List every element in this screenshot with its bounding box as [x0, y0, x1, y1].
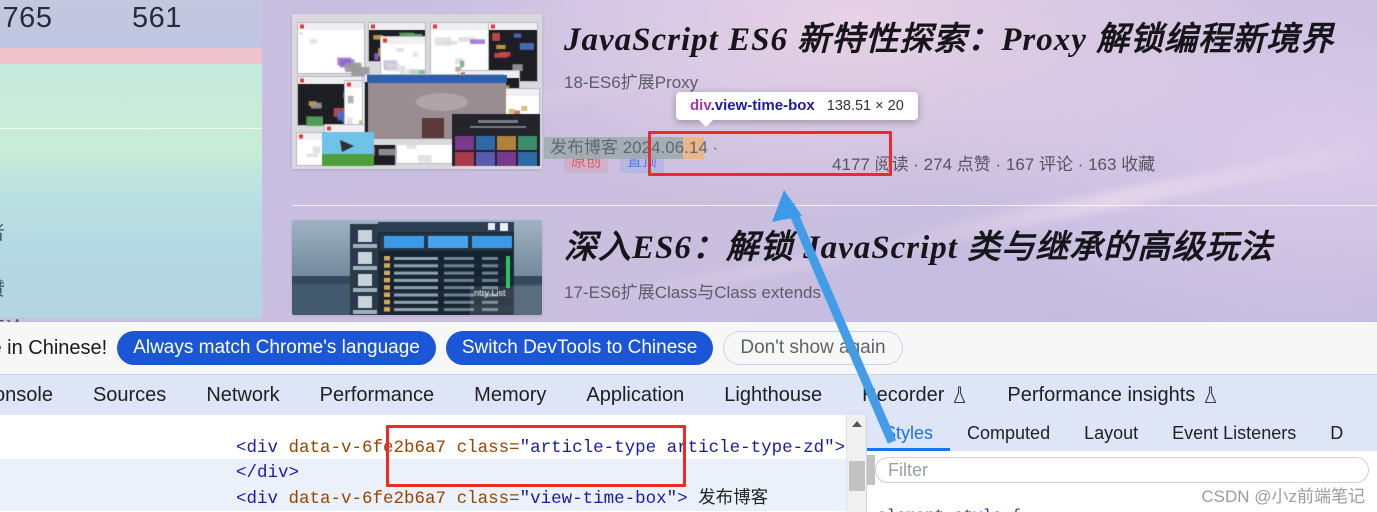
always-match-language-button[interactable]: Always match Chrome's language — [117, 331, 436, 365]
article-item[interactable]: 深入ES6：解锁 JavaScript 类与继承的高级玩法 17-ES6扩展Cl… — [292, 220, 1377, 320]
profile-card-body: 者 赞 评论 篇 — [0, 64, 262, 322]
tab-label: D — [1330, 422, 1344, 443]
tab-label: Event Listeners — [1172, 422, 1297, 443]
tab-label: Network — [206, 383, 280, 406]
tooltip-class-name: .view-time-box — [710, 97, 815, 114]
styles-filter-wrapper: Filter — [867, 451, 1377, 483]
tab-label: Lighthouse — [724, 383, 823, 406]
tab-performance-insights[interactable]: Performance insights — [987, 375, 1238, 415]
stat-value-right: 561 — [132, 2, 182, 34]
annotation-rectangle-dom — [386, 425, 686, 487]
tooltip-dimensions: 138.51 × 20 — [826, 98, 904, 114]
tab-label: Layout — [1084, 422, 1139, 443]
tab-recorder[interactable]: Recorder — [842, 375, 987, 415]
tab-event-listeners[interactable]: Event Listeners — [1155, 415, 1313, 451]
tab-performance[interactable]: Performance — [300, 375, 455, 415]
tab-label: Recorder — [862, 383, 945, 406]
divider — [0, 128, 262, 129]
scroll-up-arrow-icon[interactable] — [852, 421, 862, 427]
styles-filter-input[interactable]: Filter — [875, 457, 1369, 483]
tab-console[interactable]: onsole — [0, 375, 73, 415]
notification-message: le in Chinese! — [0, 336, 108, 359]
tab-label: Memory — [474, 383, 547, 406]
devtools-locale-notification: le in Chinese! Always match Chrome's lan… — [0, 322, 1377, 374]
annotation-rectangle-page — [648, 131, 892, 176]
devtools-tab-bar: onsole Sources Network Performance Memor… — [0, 375, 1377, 415]
tab-sources[interactable]: Sources — [73, 375, 186, 415]
watermark: CSDN @小z前端笔记 — [1201, 487, 1365, 506]
web-page-viewport: ,765 561 者 赞 评论 篇 JavaScript ES6 新特性探索：P… — [0, 0, 1377, 322]
styles-rule-preview: element.style { — [877, 507, 1021, 512]
profile-label-2: 赞 — [0, 274, 5, 301]
devtools-panel: onsole Sources Network Performance Memor… — [0, 374, 1377, 512]
profile-stats-row: ,765 561 — [0, 0, 262, 48]
article-title[interactable]: JavaScript ES6 新特性探索：Proxy 解锁编程新境界 — [564, 20, 1334, 60]
switch-devtools-language-button[interactable]: Switch DevTools to Chinese — [445, 331, 714, 365]
tab-label: Sources — [92, 383, 167, 406]
tooltip-tag-name: div — [690, 97, 711, 114]
stat-value-left: ,765 — [0, 2, 53, 34]
inspector-tooltip: div.view-time-box 138.51 × 20 — [676, 92, 918, 127]
profile-label-3: 评论 — [0, 314, 24, 322]
tab-styles[interactable]: Styles — [867, 415, 950, 451]
tab-label: Computed — [967, 422, 1051, 443]
dom-line1-close: > — [834, 438, 846, 458]
tab-label: Application — [586, 383, 685, 406]
tab-label: Performance — [319, 383, 435, 406]
devtools-body: <div data-v-6fe2b6a7 class="article-type… — [0, 415, 1377, 512]
profile-label-1: 者 — [0, 218, 5, 245]
profile-sidebar-card: ,765 561 者 赞 评论 篇 — [0, 0, 262, 322]
dom-line3-close: > — [677, 489, 688, 509]
tab-computed[interactable]: Computed — [950, 415, 1067, 451]
tab-application[interactable]: Application — [566, 375, 704, 415]
article-subtitle: 18-ES6扩展Proxy — [564, 73, 699, 92]
scrollbar-thumb[interactable] — [849, 461, 865, 491]
tab-label: Styles — [884, 422, 934, 443]
profile-accent-bar — [0, 48, 262, 64]
article-subtitle: 17-ES6扩展Class与Class extends — [564, 283, 821, 302]
article-title[interactable]: 深入ES6：解锁 JavaScript 类与继承的高级玩法 — [564, 228, 1273, 268]
dont-show-again-button[interactable]: Don't show again — [723, 331, 903, 365]
tab-layout[interactable]: Layout — [1067, 415, 1155, 451]
tab-dom-breakpoints[interactable]: D — [1313, 415, 1360, 451]
browser-collage-thumbnail[interactable] — [292, 14, 542, 169]
dom-line3-text: 发布博客 — [687, 489, 769, 509]
styles-tab-bar: Styles Computed Layout Event Listeners D — [867, 415, 1377, 451]
article-divider — [292, 205, 1377, 206]
flask-icon — [952, 386, 967, 404]
vr-desktop-thumbnail[interactable] — [292, 220, 542, 315]
tab-memory[interactable]: Memory — [454, 375, 566, 415]
tab-lighthouse[interactable]: Lighthouse — [704, 375, 842, 415]
flask-icon — [1203, 386, 1218, 404]
tab-label: onsole — [0, 383, 53, 406]
styles-pane-scrollbar[interactable] — [867, 455, 875, 485]
dom-code-line[interactable]: &nbsp;2024.06.14&nbsp;·</div>== $0 — [152, 487, 613, 512]
tab-label: Performance insights — [1007, 383, 1196, 406]
dom-pane-scrollbar[interactable] — [846, 415, 866, 512]
tooltip-caret — [698, 119, 714, 127]
tab-network[interactable]: Network — [186, 375, 299, 415]
